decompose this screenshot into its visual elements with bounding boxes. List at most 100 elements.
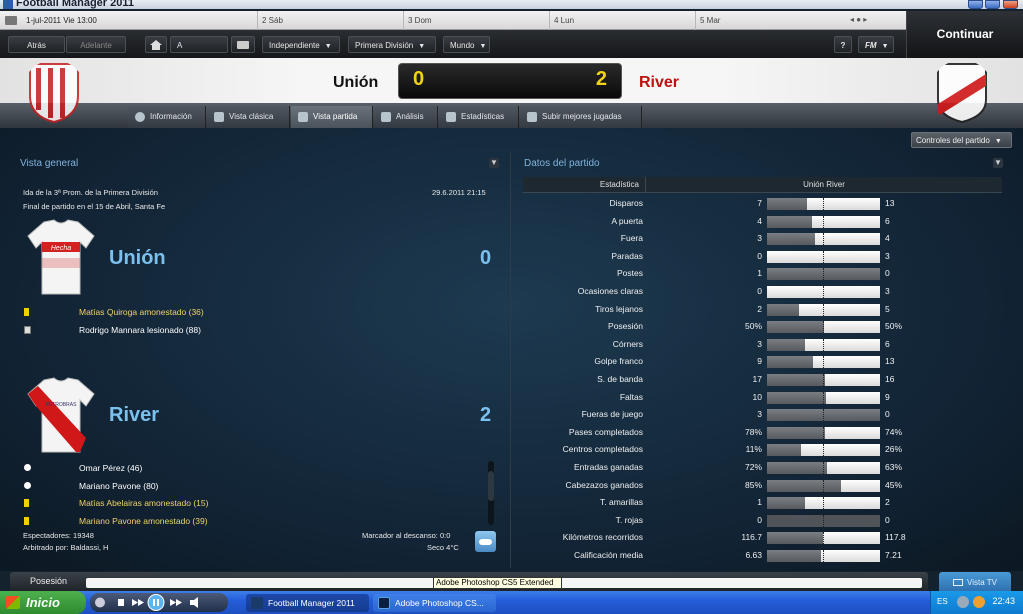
stat-away-value: 13	[885, 198, 895, 208]
stat-bar-away	[799, 303, 880, 316]
tab-analisis[interactable]: Análisis	[374, 106, 438, 128]
stat-bar-away	[825, 426, 880, 439]
day-cell[interactable]: 5 Mar	[695, 11, 845, 30]
stat-label: Calificación media	[574, 550, 643, 560]
tab-label: Estadísticas	[461, 112, 505, 121]
stat-row: Cabezazos ganados 85% 45%	[523, 477, 1002, 495]
stat-row: Kilómetros recorridos 116.7 117.8	[523, 529, 1002, 547]
tab-informacion[interactable]: Información	[128, 106, 206, 128]
day-cell[interactable]: 3 Dom	[403, 11, 549, 30]
forward-button[interactable]: Adelante	[66, 36, 126, 53]
tray-app-icon[interactable]	[973, 596, 985, 608]
photoshop-icon	[378, 597, 390, 609]
stat-bar-home	[767, 426, 825, 439]
stat-row: Entradas ganadas 72% 63%	[523, 459, 1002, 477]
classic-view-icon	[214, 112, 224, 122]
event-text: Mariano Pavone (80)	[79, 480, 159, 491]
injury-icon	[24, 325, 31, 334]
river-crest-icon	[937, 63, 987, 124]
stat-row: Faltas 10 9	[523, 389, 1002, 407]
inbox-button[interactable]	[231, 36, 255, 53]
halftime-score: Marcador al descanso: 0:0	[362, 531, 451, 540]
day-cell[interactable]: 4 Lun	[549, 11, 695, 30]
stat-away-value: 0	[885, 268, 890, 279]
stats-title: Datos del partido	[524, 158, 600, 169]
fm-menu[interactable]: FM ▼	[858, 36, 894, 53]
overview-home-score: 0	[480, 247, 492, 269]
minimize-button[interactable]	[968, 0, 983, 9]
team-menu[interactable]: Independiente ▼	[262, 36, 340, 53]
home-icon	[150, 40, 162, 50]
stat-label: Posesión	[608, 321, 643, 332]
continue-button[interactable]: Continuar	[906, 11, 1023, 58]
stat-home-value: 0	[757, 286, 762, 296]
tab-vista-partida[interactable]: Vista partida	[291, 106, 373, 128]
back-button[interactable]: Atrás	[8, 36, 65, 53]
language-indicator[interactable]: ES	[937, 597, 948, 606]
scrollbar-thumb[interactable]	[488, 471, 494, 501]
tab-estadisticas[interactable]: Estadísticas	[439, 106, 519, 128]
stat-label: Kilómetros recorridos	[562, 532, 643, 543]
stat-row: Disparos 7 13	[523, 195, 1002, 213]
calendar-scroll-icons[interactable]: ◂ ● ▸	[850, 15, 867, 24]
taskbar-tooltip: Adobe Photoshop CS5 Extended	[433, 577, 562, 589]
taskbar-item-photoshop[interactable]: Adobe Photoshop CS...	[373, 594, 496, 612]
stats-menu-icon[interactable]: ▼	[993, 158, 1003, 168]
match-event: Mariano Pavone amonestado (39)	[24, 514, 484, 528]
back-tray-icon[interactable]	[957, 596, 969, 608]
taskbar-item-football-manager[interactable]: Football Manager 2011	[246, 594, 369, 612]
stat-away-value: 74%	[885, 426, 903, 437]
stat-home-value: 10	[752, 391, 762, 402]
yellow-card-icon	[24, 499, 29, 507]
stat-away-value: 16	[885, 374, 895, 384]
match-event: Omar Pérez (46)	[24, 461, 484, 475]
stat-home-value: 2	[757, 303, 762, 314]
stat-bar-away	[840, 479, 880, 492]
event-text: Matías Quiroga amonestado (36)	[79, 307, 204, 317]
stat-home-value: 3	[757, 233, 762, 244]
stat-home-value: 11%	[745, 444, 762, 455]
match-datetime: 29.6.2011 21:15	[432, 188, 486, 197]
stat-away-value: 117.8	[885, 532, 906, 543]
close-button[interactable]	[1003, 0, 1018, 9]
referee: Arbitrado por: Baldassi, H	[23, 543, 109, 552]
stat-row: S. de banda 17 16	[523, 371, 1002, 389]
media-player-controls[interactable]	[90, 593, 228, 612]
stat-away-value: 26%	[885, 444, 903, 455]
stat-row: Calificación media 6.63 7.21	[523, 547, 1002, 565]
tab-subir-jugadas[interactable]: Subir mejores jugadas	[520, 106, 642, 128]
stat-row: Postes 1 0	[523, 265, 1002, 283]
stat-label: Tiros lejanos	[595, 303, 643, 314]
stat-bar-midline	[823, 303, 824, 316]
stat-home-value: 116.7	[741, 532, 762, 543]
overview-menu-icon[interactable]: ▼	[489, 158, 499, 168]
calendar-icon[interactable]	[5, 16, 17, 25]
help-button[interactable]: ?	[834, 36, 852, 53]
world-menu[interactable]: Mundo ▼	[443, 36, 490, 53]
start-label: Inicio	[26, 595, 60, 610]
home-button[interactable]	[145, 36, 167, 53]
stat-bar-home	[767, 338, 805, 351]
maximize-button[interactable]	[985, 0, 1000, 9]
start-button[interactable]: Inicio	[0, 591, 86, 614]
events-scrollbar[interactable]	[488, 461, 494, 525]
stat-bar-away	[821, 550, 880, 562]
tab-vista-clasica[interactable]: Vista clásica	[207, 106, 290, 128]
stat-bar-midline	[823, 497, 824, 510]
match-event: Matías Abelairas amonestado (15)	[24, 496, 484, 510]
match-controls-dropdown[interactable]: Controles del partido ▼	[911, 132, 1012, 148]
tab-label: Información	[150, 112, 192, 121]
stat-bar-home	[767, 374, 826, 386]
stat-label: S. de banda	[597, 374, 643, 384]
stat-label: Entradas ganadas	[574, 462, 643, 472]
stat-bar-midline	[823, 444, 824, 457]
stat-bar-midline	[823, 374, 824, 386]
league-menu[interactable]: Primera División ▼	[348, 36, 436, 53]
stat-bar-midline	[823, 268, 824, 281]
stat-label: T. rojas	[615, 514, 643, 525]
overview-title: Vista general	[20, 158, 79, 169]
day-cell[interactable]: 2 Sáb	[257, 11, 403, 30]
stat-label: Pases completados	[568, 426, 643, 437]
stat-away-value: 0	[885, 409, 890, 420]
manager-menu[interactable]: A Gallego▼	[170, 36, 228, 67]
